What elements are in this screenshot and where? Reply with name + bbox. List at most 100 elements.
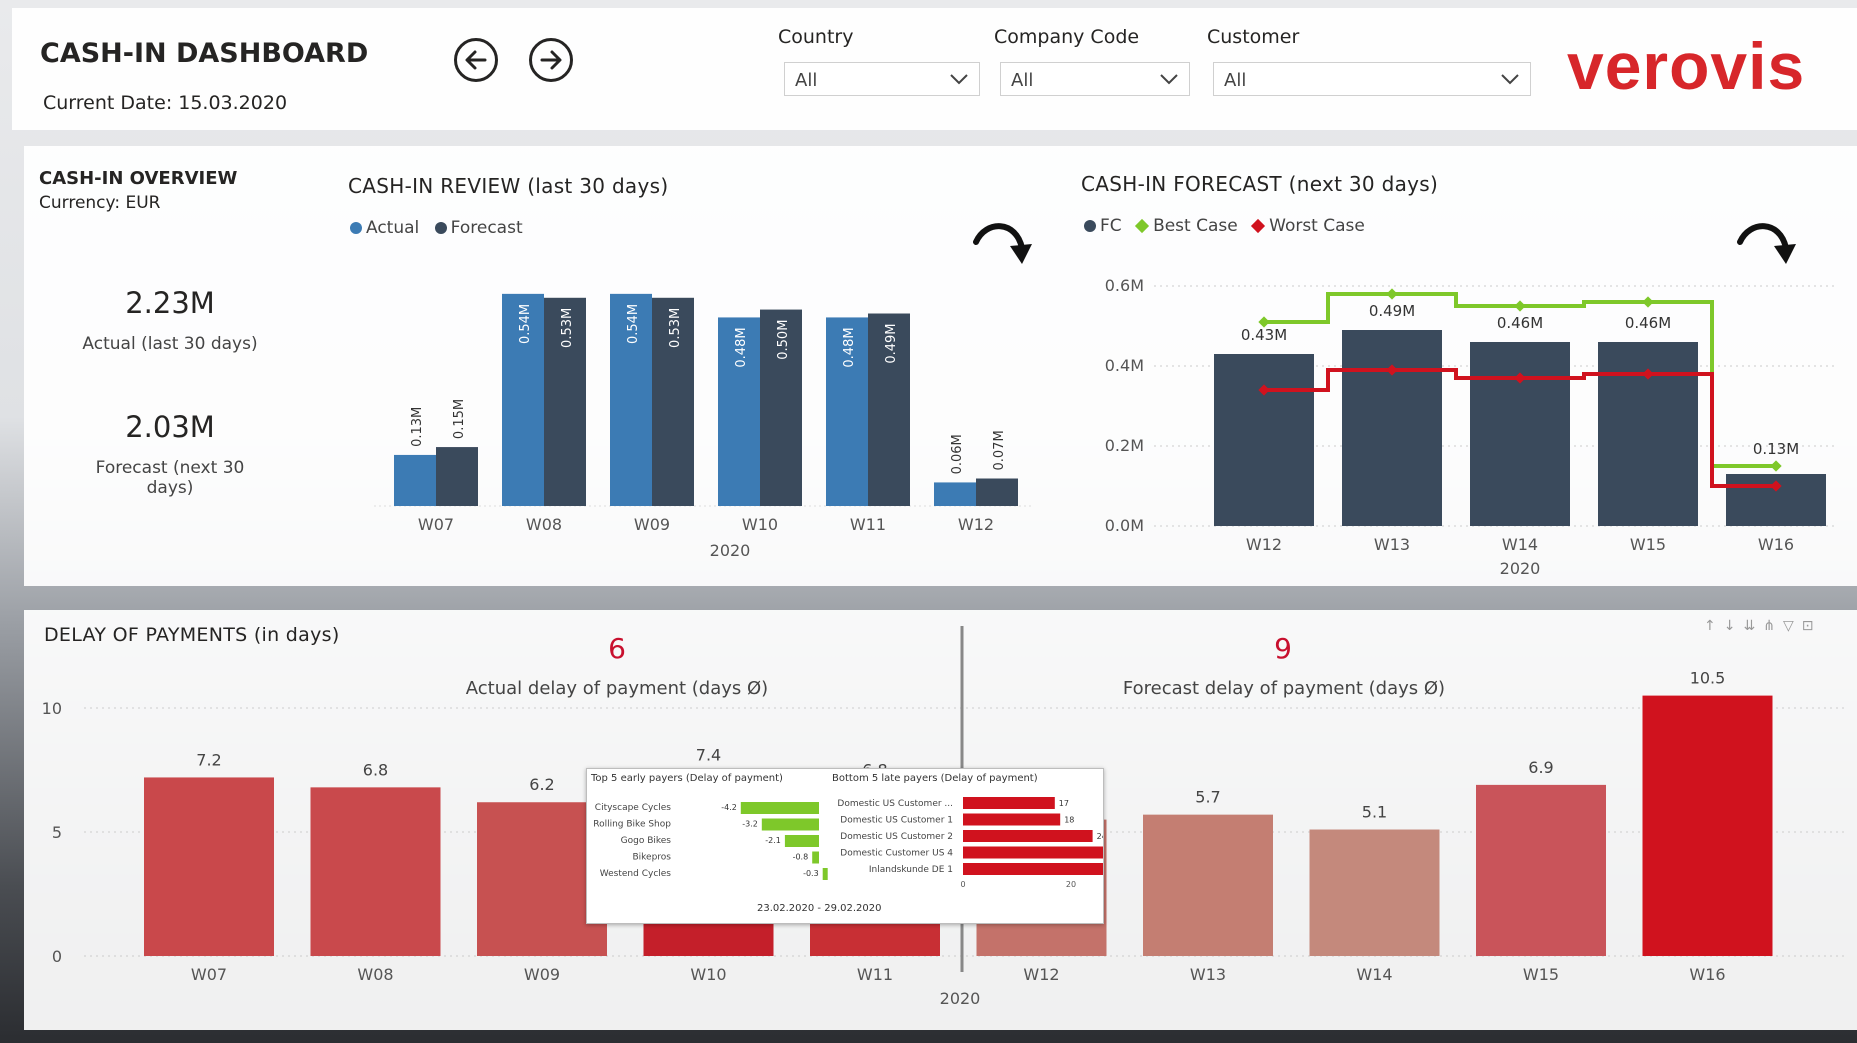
x-tick-label: W09 [634,515,670,534]
late-axis-tick: 0 [960,880,965,889]
dashboard-title: CASH-IN DASHBOARD [40,38,369,69]
bar-delay-W16 [1642,695,1773,956]
early-payer-bar [761,818,819,831]
data-label: 0.46M [1497,314,1543,332]
review-legend: Actual Forecast [350,218,523,238]
bar-fc-W12 [1214,354,1314,526]
early-payer-value: -4.2 [721,803,737,812]
x-tick-label: W14 [1356,965,1392,984]
arrow-right-icon [540,50,562,70]
late-payer-name: Inlandskunde DE 1 [869,865,953,875]
data-label: 0.49M [1369,302,1415,320]
x-tick-label: W08 [526,515,562,534]
data-label: 0.53M [560,308,575,348]
overview-currency: Currency: EUR [39,193,161,213]
delay-tooltip: Top 5 early payers (Delay of payment) Bo… [586,768,1104,924]
customer-dropdown[interactable]: All [1213,62,1531,96]
country-value: All [795,70,818,91]
legend-forecast-dot [434,222,447,234]
x-tick-label: W16 [1758,535,1794,554]
late-payer-name: Domestic US Customer ... [837,799,953,809]
x-tick-label: W07 [418,515,454,534]
legend-worst-case[interactable]: Worst Case [1269,216,1365,236]
early-payer-name: Cityscape Cycles [595,803,671,813]
country-dropdown[interactable]: All [784,62,980,96]
early-payer-bar [812,851,819,864]
data-label: 6.8 [363,760,388,779]
filter-country-label: Country [778,26,854,48]
chevron-down-icon [1160,74,1178,85]
bar-delay-W14 [1309,829,1440,956]
bar-delay-W07 [144,777,274,956]
back-button[interactable] [454,38,498,82]
early-payer-name: Bikepros [632,853,671,863]
filter-company-code-label: Company Code [994,26,1140,48]
chevron-down-icon [1501,74,1519,85]
best-case-point [1514,300,1526,312]
y-tick-label: 0.0M [1105,516,1144,535]
x-tick-label: W15 [1630,535,1666,554]
data-label: 0.50M [776,320,791,360]
best-case-point [1386,288,1398,300]
legend-fc-dot [1084,220,1096,232]
legend-actual-dot [350,222,362,234]
x-tick-label: W08 [357,965,393,984]
forecast-legend: FC Best Case Worst Case [1084,216,1365,236]
data-label: 6.2 [529,775,554,794]
x-tick-label: W10 [690,965,726,984]
x-tick-label: W11 [850,515,886,534]
bar-forecast-W07 [436,447,478,506]
late-payer-bar [963,846,1103,859]
legend-forecast[interactable]: Forecast [451,218,523,238]
arrow-left-icon [465,50,487,70]
late-payer-name: Domestic Customer US 4 [840,849,953,859]
bar-delay-W08 [310,787,441,956]
filter-customer-label: Customer [1207,26,1300,48]
y-tick-label: 0.2M [1105,436,1144,455]
y-tick-label: 0.4M [1105,356,1144,375]
early-payer-name: Westend Cycles [600,869,672,879]
company-code-dropdown[interactable]: All [1000,62,1190,96]
data-label: 0.15M [452,399,467,439]
chevron-down-icon [950,74,968,85]
customer-value: All [1224,70,1247,91]
tooltip-charts: Cityscape Cycles -4.2 Rolling Bike Shop -3.… [593,797,1103,889]
data-label: 0.48M [734,327,749,367]
x-tick-label: W15 [1523,965,1559,984]
early-payer-name: Gogo Bikes [621,836,672,846]
x-tick-label: W09 [524,965,560,984]
y-tick-label: 5 [52,823,62,842]
data-label: 0.43M [1241,326,1287,344]
x-tick-label: W12 [958,515,994,534]
forecast-chart: 0.0M 0.2M 0.4M 0.6M 0.43M W12 0.49M W13 0.46M W14… [1105,276,1834,576]
legend-fc[interactable]: FC [1100,216,1122,236]
x-tick-label: W12 [1023,965,1059,984]
forward-button[interactable] [529,38,573,82]
late-axis-tick: 20 [1066,880,1076,889]
x-axis-title: 2020 [940,989,981,1008]
forecast-title: CASH-IN FORECAST (next 30 days) [1081,172,1439,196]
legend-actual[interactable]: Actual [366,218,419,238]
bar-actual-W07 [394,454,436,506]
data-label: 7.4 [696,745,721,764]
late-payer-bar [963,830,1093,842]
legend-best-case-marker [1134,218,1150,234]
x-tick-label: W10 [742,515,778,534]
y-tick-label: 0.6M [1105,276,1144,295]
x-tick-label: W14 [1502,535,1538,554]
late-payer-bar [963,863,1103,875]
bar-delay-W15 [1476,784,1606,956]
company-code-value: All [1011,70,1034,91]
y-tick-label: 10 [42,699,62,718]
early-payer-bar [784,835,819,847]
late-payer-bar [963,813,1061,826]
bar-actual-W12 [934,482,976,506]
data-label: 0.46M [1625,314,1671,332]
y-tick-label: 0 [52,947,62,966]
late-payer-value: 18 [1064,816,1074,825]
data-label: 0.49M [884,324,899,364]
review-chart: 0.13M 0.15M W07 0.54M 0.53M W08 0.54M 0.53M W09 0… [374,293,1034,560]
data-label: 0.48M [842,327,857,367]
legend-best-case[interactable]: Best Case [1153,216,1238,236]
cash-in-panel: CASH-IN OVERVIEW Currency: EUR 2.23M Act… [24,146,1857,586]
